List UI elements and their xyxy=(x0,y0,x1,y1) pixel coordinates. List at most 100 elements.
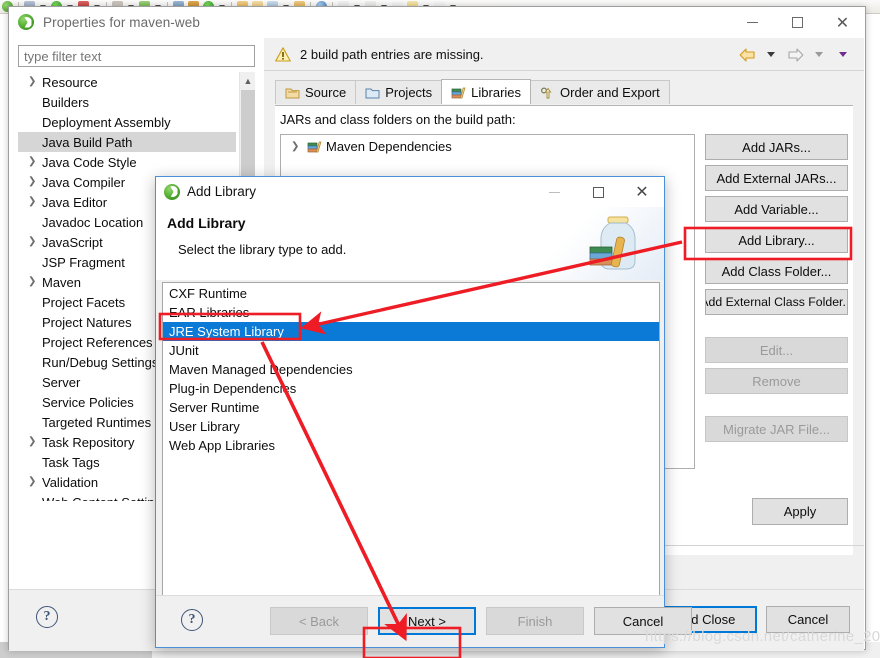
sidebar-item-label: Builders xyxy=(42,94,89,110)
close-button[interactable]: ✕ xyxy=(820,7,865,38)
add-external-jars-button[interactable]: Add External JARs... xyxy=(705,165,848,191)
tab-libraries[interactable]: Libraries xyxy=(441,79,532,104)
window-controls: ✕ xyxy=(730,7,865,38)
list-item-server-runtime[interactable]: Server Runtime xyxy=(163,398,659,417)
minimize-button[interactable] xyxy=(730,7,775,38)
scroll-up-icon[interactable]: ▲ xyxy=(240,72,255,89)
tab-strip: Source Projects Libraries Order and Export xyxy=(275,79,864,104)
maximize-button[interactable] xyxy=(775,7,820,38)
library-type-list[interactable]: CXF Runtime EAR Libraries JRE System Libra… xyxy=(162,282,660,612)
dialog-heading: Add Library xyxy=(167,215,246,231)
chevron-right-icon[interactable]: ❯ xyxy=(28,437,41,447)
libraries-action-buttons: Add JARs... Add External JARs... Add Varia… xyxy=(705,134,848,442)
add-external-class-folder-button[interactable]: Add External Class Folder... xyxy=(705,289,848,315)
sidebar-item-label: Java Code Style xyxy=(42,154,137,170)
list-item-plug-in-dependencies[interactable]: Plug-in Dependencies xyxy=(163,379,659,398)
tab-projects[interactable]: Projects xyxy=(355,80,443,104)
jar-bottle-icon xyxy=(580,215,642,273)
sidebar-item-label: Targeted Runtimes xyxy=(42,414,152,430)
sidebar-item-label: Task Tags xyxy=(42,454,100,470)
sidebar-item-deployment-assembly[interactable]: Deployment Assembly xyxy=(18,112,236,132)
dialog-subheading: Select the library type to add. xyxy=(178,242,347,257)
chevron-right-icon[interactable]: ❯ xyxy=(28,197,41,207)
sidebar-item-label: Server xyxy=(42,374,81,390)
chevron-right-icon[interactable]: ❯ xyxy=(28,477,41,487)
tab-label: Projects xyxy=(385,85,433,100)
libraries-books-icon xyxy=(451,85,466,99)
tab-order-and-export[interactable]: Order and Export xyxy=(530,80,670,104)
forward-dropdown-icon[interactable] xyxy=(808,44,830,66)
status-message-bar: 2 build path entries are missing. xyxy=(264,38,864,71)
add-jars-button[interactable]: Add JARs... xyxy=(705,134,848,160)
sidebar-item-label: Project Facets xyxy=(42,294,126,310)
chevron-right-icon[interactable]: ❯ xyxy=(28,177,41,187)
sidebar-item-label: JavaScript xyxy=(42,234,103,250)
dialog-maximize-button[interactable] xyxy=(576,177,620,207)
sidebar-item-label: Web Content Settings xyxy=(42,495,168,502)
edit-button: Edit... xyxy=(705,337,848,363)
apply-button[interactable]: Apply xyxy=(752,498,848,525)
sidebar-item-label: Project References xyxy=(42,334,153,350)
next-button[interactable]: Next > xyxy=(378,607,476,635)
add-library-dialog: Add Library ✕ Add Library Select the lib… xyxy=(155,176,692,648)
list-item-maven-managed-dependencies[interactable]: Maven Managed Dependencies xyxy=(163,360,659,379)
chevron-right-icon[interactable]: ❯ xyxy=(28,277,41,287)
finish-button: Finish xyxy=(486,607,584,635)
table-row[interactable]: ❯ Maven Dependencies xyxy=(281,135,694,157)
tab-label: Libraries xyxy=(471,84,522,100)
chevron-right-icon[interactable]: ❯ xyxy=(28,237,41,247)
message-menu-icon[interactable] xyxy=(832,44,854,66)
back-dropdown-icon[interactable] xyxy=(760,44,782,66)
remove-button: Remove xyxy=(705,368,848,394)
build-path-tabs: Source Projects Libraries Order and Export xyxy=(264,71,864,104)
eclipse-icon xyxy=(18,14,35,31)
sidebar-item-java-build-path[interactable]: Java Build Path xyxy=(18,132,236,152)
tab-label: Order and Export xyxy=(560,85,660,100)
watermark: https://blog.csdn.net/catherine_2018 xyxy=(645,628,880,645)
apply-row: Apply xyxy=(705,498,848,525)
close-icon: ✕ xyxy=(835,12,850,32)
add-library-titlebar[interactable]: Add Library ✕ xyxy=(156,177,664,207)
help-icon[interactable]: ? xyxy=(36,606,58,628)
list-item-junit[interactable]: JUnit xyxy=(163,341,659,360)
sidebar-item-label: Run/Debug Settings xyxy=(42,354,159,370)
dialog-window-controls: ✕ xyxy=(532,177,664,207)
sidebar-item-builders[interactable]: Builders xyxy=(18,92,236,112)
list-item-ear-libraries[interactable]: EAR Libraries xyxy=(163,303,659,322)
sidebar-item-label: Validation xyxy=(42,474,99,490)
sidebar-item-label: Task Repository xyxy=(42,434,135,450)
list-item-jre-system-library[interactable]: JRE System Library xyxy=(163,322,659,341)
page-title: Properties for maven-web xyxy=(43,15,200,30)
sidebar-item-label: Java Build Path xyxy=(42,134,133,150)
sidebar-item-resource[interactable]: ❯ Resource xyxy=(18,72,236,92)
sidebar-item-label: JSP Fragment xyxy=(42,254,125,270)
source-folder-icon xyxy=(285,86,300,100)
message-navigation xyxy=(736,38,854,71)
close-icon: ✕ xyxy=(635,182,649,201)
tab-source[interactable]: Source xyxy=(275,80,357,104)
dialog-help-icon[interactable]: ? xyxy=(181,609,203,631)
sidebar-item-java-code-style[interactable]: ❯ Java Code Style xyxy=(18,152,236,172)
forward-arrow-icon[interactable] xyxy=(784,44,806,66)
tab-label: Source xyxy=(305,85,347,100)
sidebar-item-label: Javadoc Location xyxy=(42,214,144,230)
sidebar-item-label: Project Natures xyxy=(42,314,132,330)
add-variable-button[interactable]: Add Variable... xyxy=(705,196,848,222)
search-input[interactable] xyxy=(18,45,255,67)
migrate-jar-file-button: Migrate JAR File... xyxy=(705,416,848,442)
list-item-web-app-libraries[interactable]: Web App Libraries xyxy=(163,436,659,455)
chevron-right-icon[interactable]: ❯ xyxy=(28,157,41,167)
sidebar-item-label: Maven xyxy=(42,274,82,290)
list-item-user-library[interactable]: User Library xyxy=(163,417,659,436)
chevron-right-icon[interactable]: ❯ xyxy=(291,141,303,152)
list-item-cxf-runtime[interactable]: CXF Runtime xyxy=(163,284,659,303)
sidebar-item-label: Java Editor xyxy=(42,194,108,210)
properties-titlebar[interactable]: Properties for maven-web ✕ xyxy=(9,7,865,38)
add-library-button[interactable]: Add Library... xyxy=(705,227,848,253)
add-class-folder-button[interactable]: Add Class Folder... xyxy=(705,258,848,284)
back-arrow-icon[interactable] xyxy=(736,44,758,66)
add-library-footer: ? < Back Next > Finish Cancel xyxy=(156,595,692,647)
chevron-right-icon[interactable]: ❯ xyxy=(28,77,41,87)
dialog-minimize-button[interactable] xyxy=(532,177,576,207)
dialog-close-button[interactable]: ✕ xyxy=(620,177,664,207)
